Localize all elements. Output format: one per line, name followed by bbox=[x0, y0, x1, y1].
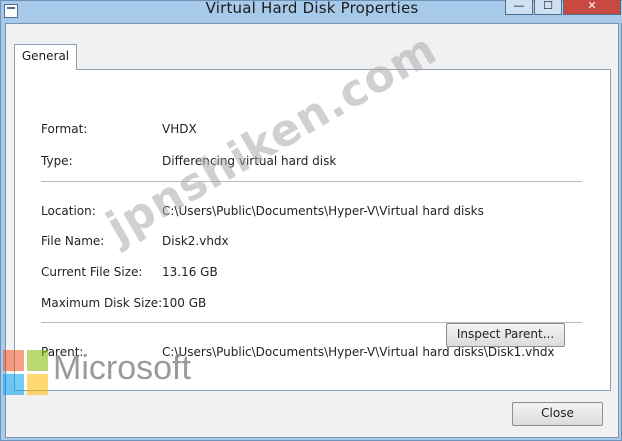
current-file-size-value: 13.16 GB bbox=[162, 265, 218, 279]
type-label: Type: bbox=[41, 154, 73, 168]
location-value: C:\Users\Public\Documents\Hyper-V\Virtua… bbox=[162, 204, 484, 218]
file-name-value: Disk2.vhdx bbox=[162, 234, 229, 248]
close-button[interactable]: Close bbox=[512, 402, 603, 426]
parent-label: Parent: bbox=[41, 345, 84, 359]
current-file-size-label: Current File Size: bbox=[41, 265, 143, 279]
dialog-window: Virtual Hard Disk Properties — ☐ ✕ Gener… bbox=[0, 0, 622, 441]
minimize-button[interactable]: — bbox=[505, 0, 533, 15]
inspect-parent-button[interactable]: Inspect Parent... bbox=[446, 323, 565, 347]
format-value: VHDX bbox=[162, 122, 197, 136]
separator-1 bbox=[41, 181, 582, 182]
format-label: Format: bbox=[41, 122, 88, 136]
tab-general[interactable]: General bbox=[14, 44, 77, 70]
file-name-label: File Name: bbox=[41, 234, 105, 248]
close-window-button[interactable]: ✕ bbox=[563, 0, 621, 15]
dialog-client-area: General Format: VHDX Type: Differencing … bbox=[5, 23, 619, 438]
parent-value: C:\Users\Public\Documents\Hyper-V\Virtua… bbox=[162, 345, 555, 359]
maximum-disk-size-label: Maximum Disk Size: bbox=[41, 296, 163, 310]
title-bar[interactable]: Virtual Hard Disk Properties — ☐ ✕ bbox=[1, 0, 622, 23]
type-value: Differencing virtual hard disk bbox=[162, 154, 337, 168]
location-label: Location: bbox=[41, 204, 96, 218]
maximize-button[interactable]: ☐ bbox=[534, 0, 562, 15]
maximum-disk-size-value: 100 GB bbox=[162, 296, 207, 310]
